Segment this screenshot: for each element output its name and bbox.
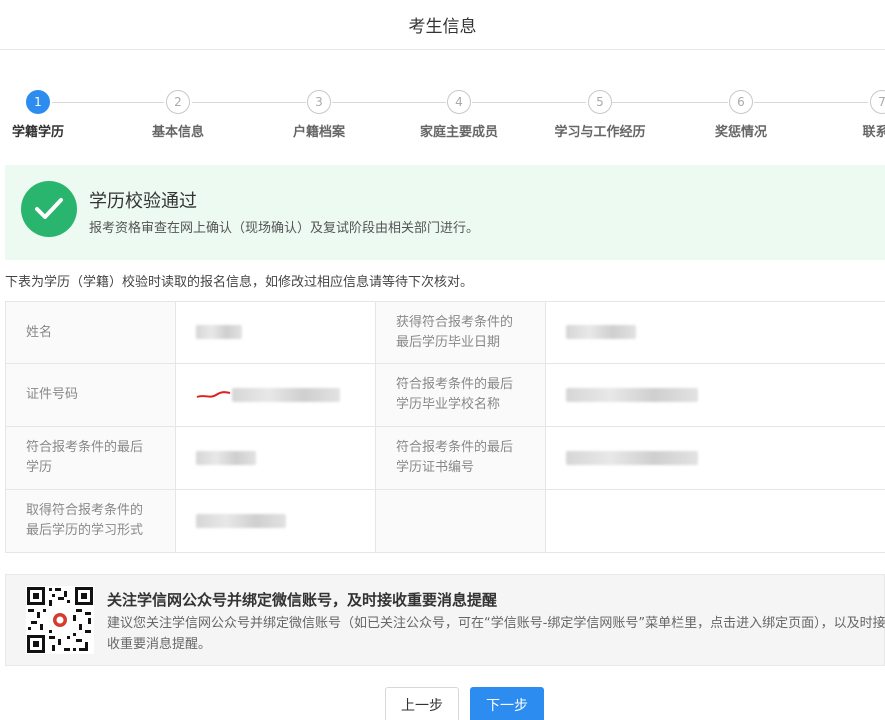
step-3[interactable]: 3 户籍档案 — [259, 90, 379, 140]
prev-step-button[interactable]: 上一步 — [385, 687, 459, 720]
step-5[interactable]: 5 学习与工作经历 — [540, 90, 660, 140]
step-number: 7 — [870, 90, 885, 114]
certificate-value — [545, 426, 885, 490]
table-row: 取得符合报考条件的 最后学历的学习形式 — [5, 489, 885, 553]
study-form-value — [175, 489, 376, 553]
table-row: 证件号码 符合报考条件的最后 学历毕业学校名称 — [5, 363, 885, 427]
red-scribble-mark — [196, 390, 231, 398]
step-number: 3 — [307, 90, 331, 114]
wechat-banner-description: 建议您关注学信网公众号并绑定微信账号（如已关注公众号，可在“学信账号-绑定学信网… — [107, 616, 885, 652]
step-label: 奖惩情况 — [714, 125, 767, 140]
redacted-value — [232, 387, 340, 402]
step-4[interactable]: 4 家庭主要成员 — [399, 90, 519, 140]
success-title: 学历校验通过 — [89, 191, 197, 212]
empty-cell — [545, 489, 885, 553]
step-label: 基本信息 — [151, 125, 204, 140]
step-6[interactable]: 6 奖惩情况 — [681, 90, 801, 140]
qr-code-icon[interactable] — [26, 586, 94, 654]
name-label: 姓名 — [5, 301, 176, 364]
step-7[interactable]: 7 联系方 — [822, 90, 885, 140]
step-label: 联系方 — [862, 125, 885, 140]
step-label: 学籍学历 — [11, 125, 64, 140]
certificate-label: 符合报考条件的最后 学历证书编号 — [375, 426, 546, 490]
success-description: 报考资格审查在网上确认（现场确认）及复试阶段由相关部门进行。 — [89, 221, 480, 236]
redacted-value — [196, 325, 242, 339]
redacted-value — [566, 325, 636, 339]
step-number: 2 — [166, 90, 190, 114]
grad-date-value — [545, 301, 885, 364]
table-row: 姓名 获得符合报考条件的 最后学历毕业日期 — [5, 301, 885, 364]
wechat-banner-title: 关注学信网公众号并绑定微信账号，及时接收重要消息提醒 — [107, 591, 498, 609]
step-label: 学习与工作经历 — [554, 125, 646, 140]
table-row: 符合报考条件的最后 学历 符合报考条件的最后 学历证书编号 — [5, 426, 885, 490]
step-label: 家庭主要成员 — [419, 125, 498, 140]
education-label: 符合报考条件的最后 学历 — [5, 426, 176, 490]
step-2[interactable]: 2 基本信息 — [118, 90, 238, 140]
redacted-value — [196, 450, 256, 465]
registration-info-table: 姓名 获得符合报考条件的 最后学历毕业日期 证件号码 符合报考条件的最后 学历毕业学… — [5, 301, 885, 553]
name-value — [175, 301, 376, 364]
school-value — [545, 363, 885, 427]
wechat-follow-banner: 关注学信网公众号并绑定微信账号，及时接收重要消息提醒 建议您关注学信网公众号并绑… — [5, 574, 885, 666]
step-number: 1 — [26, 90, 50, 114]
step-number: 6 — [729, 90, 753, 114]
id-number-value — [175, 363, 376, 427]
step-number: 5 — [588, 90, 612, 114]
empty-cell — [375, 489, 546, 553]
redacted-value — [566, 387, 698, 402]
school-label: 符合报考条件的最后 学历毕业学校名称 — [375, 363, 546, 427]
next-step-button[interactable]: 下一步 — [470, 687, 544, 720]
study-form-label: 取得符合报考条件的 最后学历的学习形式 — [5, 489, 176, 553]
redacted-value — [566, 450, 698, 465]
step-number: 4 — [447, 90, 471, 114]
progress-steps: 1 学籍学历 2 基本信息 3 户籍档案 4 家庭主要成员 5 学习与工作经历 … — [0, 90, 885, 145]
step-label: 户籍档案 — [292, 125, 345, 140]
page-title: 考生信息 — [408, 17, 477, 37]
verification-success-panel: 学历校验通过 报考资格审查在网上确认（现场确认）及复试阶段由相关部门进行。 — [5, 165, 885, 260]
step-1[interactable]: 1 学籍学历 — [0, 90, 98, 140]
grad-date-label: 获得符合报考条件的 最后学历毕业日期 — [375, 301, 546, 364]
table-note: 下表为学历（学籍）校验时读取的报名信息，如修改过相应信息请等待下次核对。 — [5, 275, 474, 290]
education-value — [175, 426, 376, 490]
redacted-value — [196, 513, 286, 528]
id-number-label: 证件号码 — [5, 363, 176, 427]
page-header: 考生信息 — [0, 0, 885, 50]
check-circle-icon — [21, 181, 77, 237]
